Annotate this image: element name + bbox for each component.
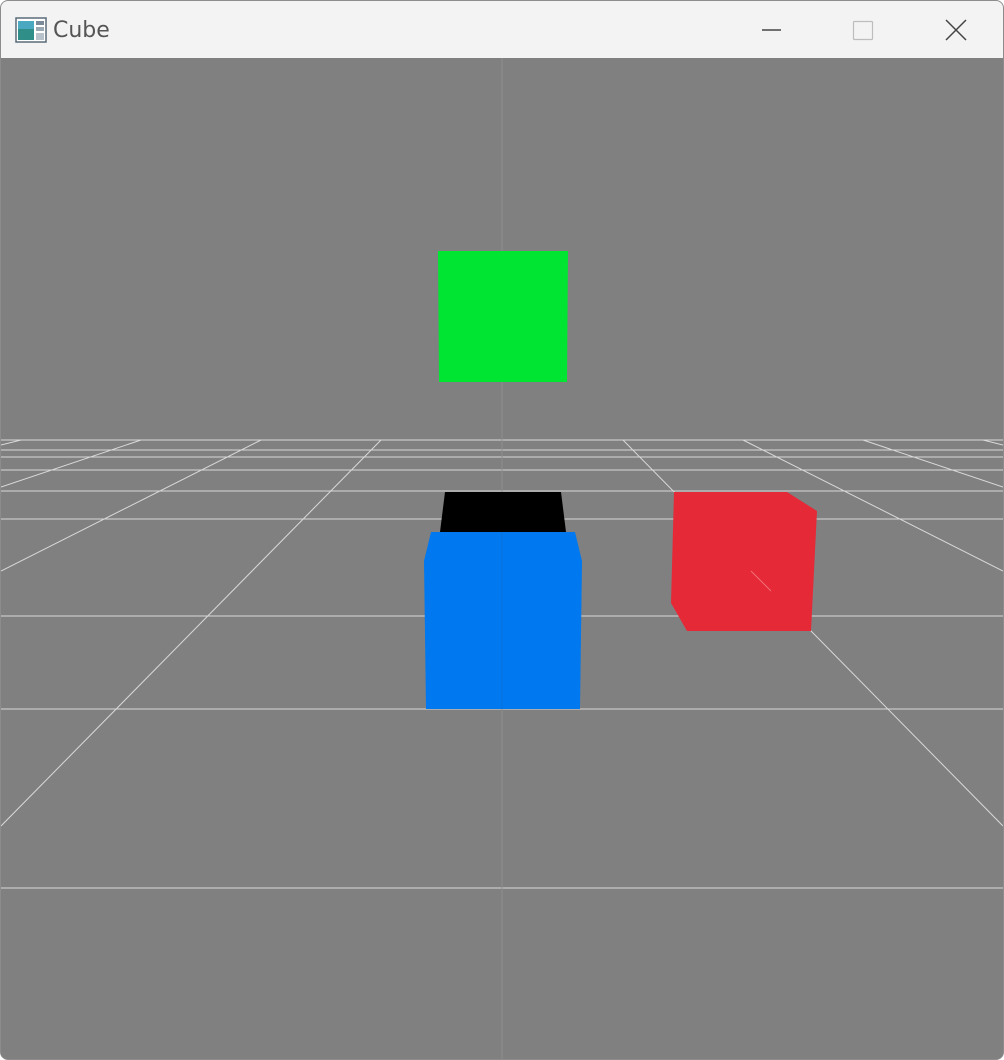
- scene-canvas: [1, 58, 1003, 1059]
- maximize-icon: [852, 20, 874, 41]
- window-title: Cube: [53, 18, 110, 43]
- green-cube: [438, 251, 568, 382]
- title-bar[interactable]: Cube: [1, 1, 1003, 58]
- app-window: Cube: [0, 0, 1004, 1060]
- blue-cube-top: [440, 492, 566, 532]
- app-window-icon: [15, 17, 47, 43]
- red-cube: [671, 492, 817, 631]
- minimize-button[interactable]: [725, 1, 817, 58]
- close-icon: [945, 19, 967, 41]
- render-viewport[interactable]: [1, 58, 1003, 1059]
- minimize-icon: [762, 29, 781, 31]
- blue-cube: [424, 532, 582, 709]
- maximize-button[interactable]: [817, 1, 909, 58]
- close-button[interactable]: [909, 1, 1001, 58]
